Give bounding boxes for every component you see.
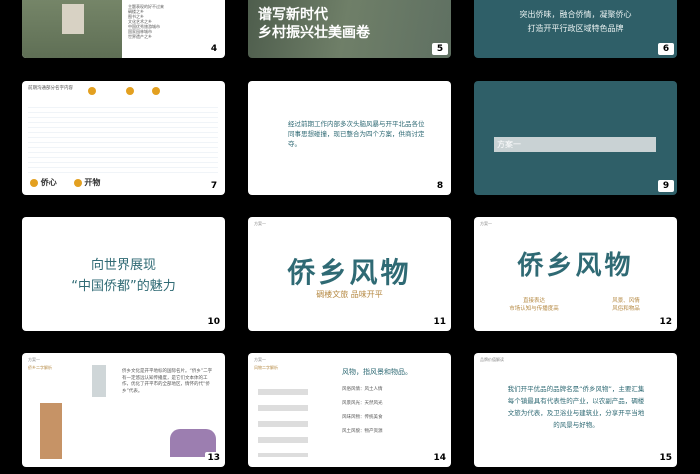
slide-number: 7	[206, 180, 222, 192]
slide-4-list: 主题表现的好不过来 碉楼之乡 图书之乡 文化艺术之乡 中国优秀旅游城市 国家园林…	[128, 4, 164, 39]
slide-thumbnail-5[interactable]: 谱写新时代 乡村振兴壮美画卷 5	[248, 0, 451, 58]
slide-5-title-1: 谱写新时代	[258, 7, 328, 23]
slide-thumbnail-13[interactable]: 方案一 侨乡二字解析 侨乡文化是开平地标的国际名片。“侨乡”二字有一定悠远认知传…	[22, 353, 225, 467]
diaolou-photo	[22, 0, 122, 58]
slide-12-left-1: 直接表达	[522, 298, 545, 304]
slide-tag: 方案一	[28, 357, 40, 362]
slide-tag: 方案一	[254, 221, 266, 226]
slide-number: 6	[658, 43, 674, 55]
slide-11-subtitle: 碉楼文旅 品味开平	[316, 290, 383, 299]
slide-number: 4	[206, 43, 222, 55]
slide-7-label-2: 开物	[84, 178, 101, 187]
slide-number: 8	[432, 180, 448, 192]
slide-12-right-2: 风俗和物品	[612, 306, 640, 312]
slide-number: 11	[431, 316, 448, 328]
name-list-table	[28, 103, 218, 173]
slide-sorter: { "slides":[ {"num":"4","list":["主题表现的好不…	[0, 0, 700, 474]
slide-thumbnail-11[interactable]: 方案一 侨乡风物 碉楼文旅 品味开平 11	[248, 217, 451, 331]
slide-12-right-1: 风景、风情	[612, 298, 640, 304]
slide-6-line-1: 突出侨味，融合侨情，凝聚侨心	[519, 10, 632, 19]
slide-10-line-2: “中国侨都”的魅力	[71, 279, 176, 294]
brand-logotype: 侨乡风物	[517, 251, 634, 281]
slide-7-title: 前期沟通部分名字内容	[28, 86, 73, 91]
slide-tag: 方案一	[480, 221, 492, 226]
slide-7-label-1: 侨心	[40, 178, 57, 187]
slide-10-line-1: 向世界展现	[90, 258, 156, 273]
slide-6-line-2: 打造开平行政区域特色品牌	[527, 24, 624, 33]
slide-8-text: 经过前期工作内部多次头脑风暴与开平北品各位同事思想碰撞，现已整合为四个方案，供商…	[288, 120, 425, 148]
slide-number: 12	[657, 316, 674, 328]
tower-illustration	[92, 365, 106, 397]
slide-number: 10	[205, 316, 222, 328]
slide-14-item: 风土风貌：物产资源	[342, 429, 383, 434]
slide-thumbnail-12[interactable]: 方案一 侨乡风物 直接表达 市场认知与传播度高 风景、风情 风俗和物品 12	[474, 217, 677, 331]
slide-5-title-2: 乡村振兴壮美画卷	[258, 25, 370, 41]
slide-thumbnail-15[interactable]: 品牌价值解读 我们开平优品的品牌名是“侨乡风物”，主要汇集每个镇最具有代表性的产…	[474, 353, 677, 467]
slide-number: 5	[432, 43, 448, 55]
slide-thumbnail-14[interactable]: 方案一 风物二字解析 风物，指风景和物品。 风俗风情：风土人情 风景风光：天然风…	[248, 353, 451, 467]
slide-thumbnail-7[interactable]: 前期沟通部分名字内容 侨心 开物 7	[22, 81, 225, 195]
slide-thumbnail-4[interactable]: 主题表现的好不过来 碉楼之乡 图书之乡 文化艺术之乡 中国优秀旅游城市 国家园林…	[22, 0, 225, 58]
slide-thumbnail-8[interactable]: 经过前期工作内部多次头脑风暴与开平北品各位同事思想碰撞，现已整合为四个方案，供商…	[248, 81, 451, 195]
slide-14-item: 风俗风情：风土人情	[342, 387, 383, 392]
slide-13-subtitle: 侨乡二字解析	[28, 365, 52, 370]
slide-15-text: 我们开平优品的品牌名是“侨乡风物”，主要汇集每个镇最具有代表性的产业，以农副产品…	[507, 385, 645, 429]
slide-14-item: 风景风光：天然风光	[342, 401, 383, 406]
slide-9-label: 方案一	[494, 137, 656, 152]
slide-number: 9	[658, 180, 674, 192]
slide-12-left-2: 市场认知与传播度高	[509, 306, 559, 312]
slide-13-text: 侨乡文化是开平地标的国际名片。“侨乡”二字有一定悠远认知传播度，是它们文本体的工…	[122, 369, 213, 394]
icon-grid	[258, 379, 308, 457]
diaolou-illustration	[40, 403, 62, 459]
slide-14-subtitle: 风物二字解析	[254, 365, 278, 370]
slide-thumbnail-10[interactable]: 向世界展现 “中国侨都”的魅力 10	[22, 217, 225, 331]
slide-tag: 品牌价值解读	[480, 357, 504, 362]
slide-thumbnail-6[interactable]: 突出侨味，融合侨情，凝聚侨心 打造开平行政区域特色品牌 6	[474, 0, 677, 58]
slide-number: 15	[657, 452, 674, 464]
slide-tag: 方案一	[254, 357, 266, 362]
slide-number: 13	[205, 452, 222, 464]
slide-14-heading: 风物，指风景和物品。	[342, 368, 412, 376]
slide-number: 14	[431, 452, 448, 464]
slide-thumbnail-9[interactable]: 方案一 9	[474, 81, 677, 195]
slide-14-item: 风味风物：传统美食	[342, 415, 383, 420]
brand-logotype: 侨乡风物	[287, 256, 412, 289]
